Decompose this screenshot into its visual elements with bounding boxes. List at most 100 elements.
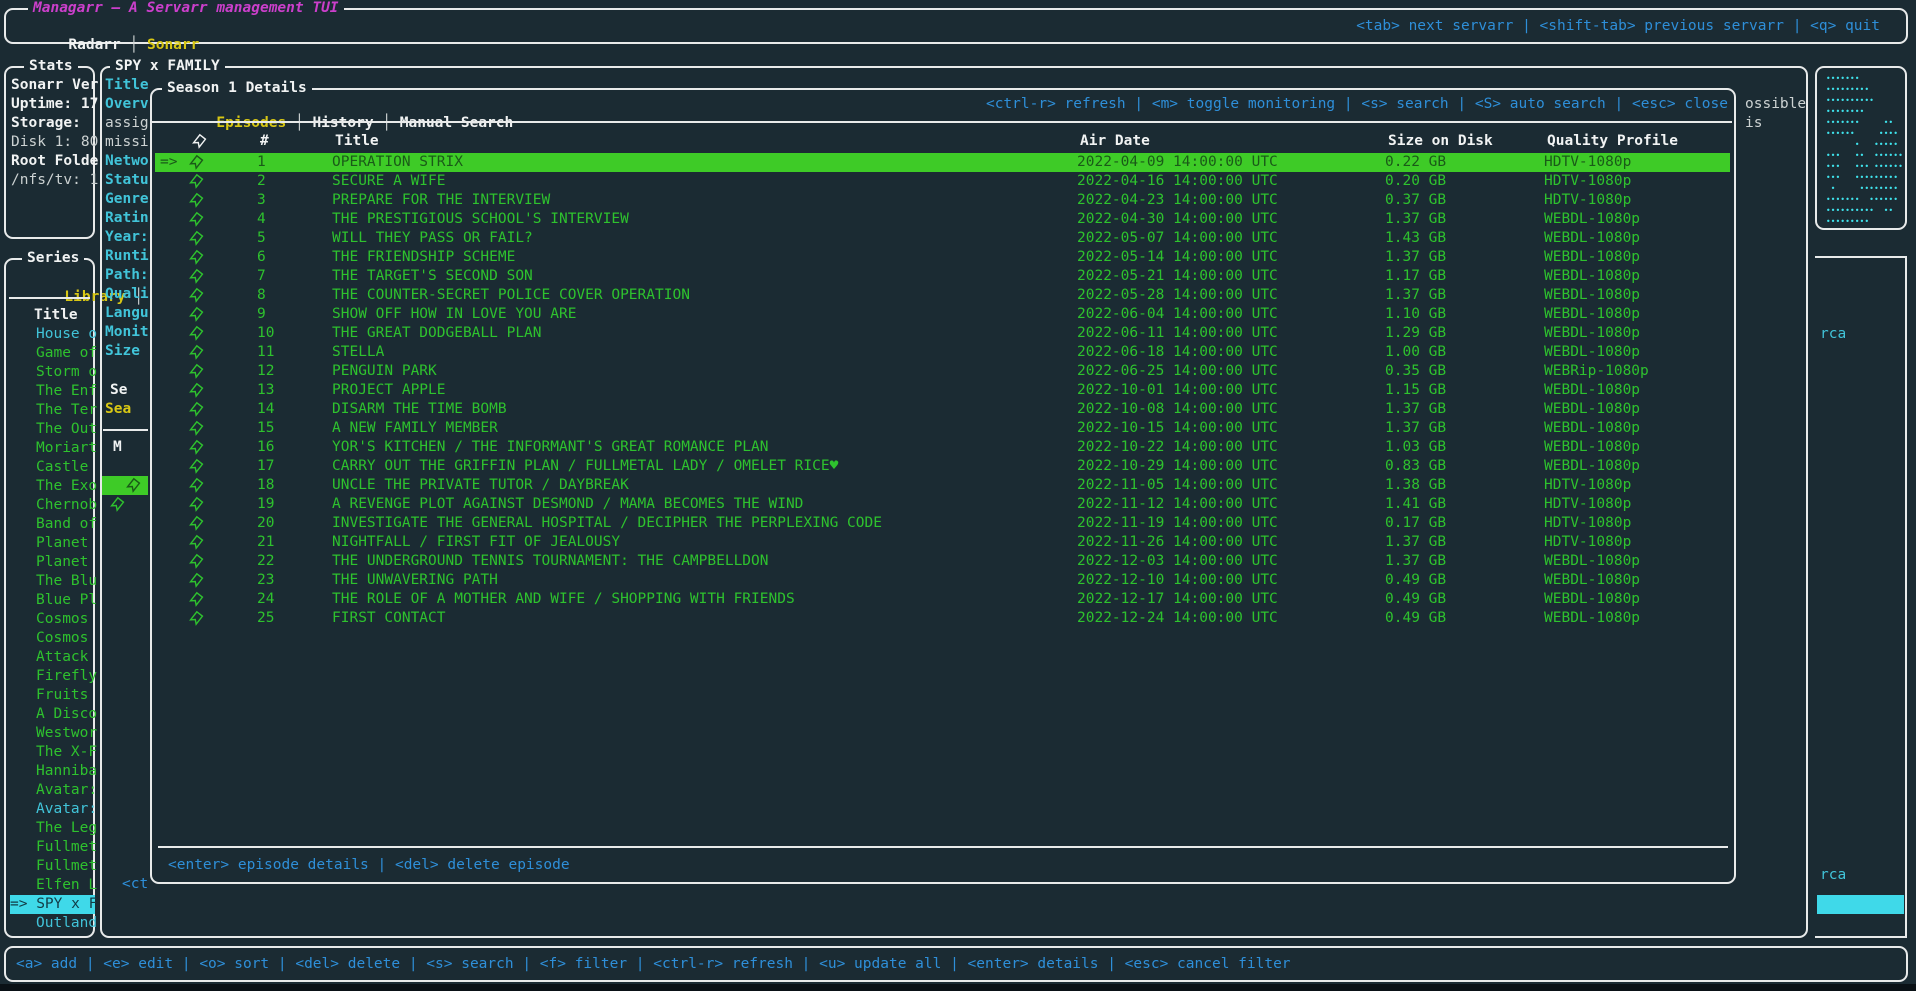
table-row[interactable]: 13 PROJECT APPLE 2022-10-01 14:00:00 UTC… [155, 381, 1730, 400]
episode-number: 8 [257, 286, 266, 305]
table-row[interactable]: 12 PENGUIN PARK 2022-06-25 14:00:00 UTC … [155, 362, 1730, 381]
series-panel: Series Library │ Title House oGame ofSto… [4, 258, 95, 938]
table-row[interactable]: 6 THE FRIENDSHIP SCHEME 2022-05-14 14:00… [155, 248, 1730, 267]
series-list-item[interactable]: Game of [36, 344, 97, 363]
seasons-header-fragment: M [113, 438, 122, 457]
episode-number: 21 [257, 533, 274, 552]
episode-number: 7 [257, 267, 266, 286]
episode-title: PENGUIN PARK [332, 362, 437, 381]
series-list-item[interactable]: The X-F [36, 743, 97, 762]
episode-title: SECURE A WIFE [332, 172, 446, 191]
episode-number: 11 [257, 343, 274, 362]
series-list-item[interactable]: Band of [36, 515, 97, 534]
table-row[interactable]: 3 PREPARE FOR THE INTERVIEW 2022-04-23 1… [155, 191, 1730, 210]
episode-number: 19 [257, 495, 274, 514]
table-row[interactable]: 20 INVESTIGATE THE GENERAL HOSPITAL / DE… [155, 514, 1730, 533]
table-row[interactable]: 4 THE PRESTIGIOUS SCHOOL'S INTERVIEW 202… [155, 210, 1730, 229]
table-row[interactable]: 19 A REVENGE PLOT AGAINST DESMOND / MAMA… [155, 495, 1730, 514]
series-list-item[interactable]: Firefly [36, 667, 97, 686]
episode-size: 0.22 GB [1385, 153, 1446, 172]
series-list-item[interactable]: Castle [36, 458, 88, 477]
series-list-item[interactable]: => SPY x F [10, 895, 95, 914]
tab-history[interactable]: History [312, 115, 373, 131]
series-list-item[interactable]: Cosmos [36, 610, 88, 629]
tab-episodes[interactable]: Episodes [216, 115, 286, 131]
table-row[interactable]: 18 UNCLE THE PRIVATE TUTOR / DAYBREAK 20… [155, 476, 1730, 495]
episode-size: 0.49 GB [1385, 609, 1446, 628]
episode-air-date: 2022-04-30 14:00:00 UTC [1077, 210, 1278, 229]
stats-line: Storage: [11, 114, 81, 133]
tab-sonarr[interactable]: Sonarr [147, 37, 199, 53]
episode-air-date: 2022-11-05 14:00:00 UTC [1077, 476, 1278, 495]
selected-season-row-fragment[interactable]: => [102, 476, 148, 495]
episode-number: 4 [257, 210, 266, 229]
episode-air-date: 2022-05-14 14:00:00 UTC [1077, 248, 1278, 267]
table-row[interactable]: 17 CARRY OUT THE GRIFFIN PLAN / FULLMETA… [155, 457, 1730, 476]
series-list-item[interactable]: Planet [36, 534, 88, 553]
series-list-item[interactable]: The Exo [36, 477, 97, 496]
series-list-item[interactable]: The Out [36, 420, 97, 439]
series-list-item[interactable]: Blue Pl [36, 591, 97, 610]
episode-quality: WEBDL-1080p [1544, 229, 1640, 248]
table-row[interactable]: => 1 OPERATION STRIX 2022-04-09 14:00:00… [155, 153, 1730, 172]
table-row[interactable]: 11 STELLA 2022-06-18 14:00:00 UTC 1.00 G… [155, 343, 1730, 362]
series-list-item[interactable]: The Blu [36, 572, 97, 591]
tab-radarr[interactable]: Radarr [68, 37, 120, 53]
series-list-item[interactable]: Fullmet [36, 838, 97, 857]
table-row[interactable]: 9 SHOW OFF HOW IN LOVE YOU ARE 2022-06-0… [155, 305, 1730, 324]
episode-quality: HDTV-1080p [1544, 172, 1631, 191]
header-size: Size on Disk [1388, 132, 1493, 151]
series-list-item[interactable]: Elfen L [36, 876, 97, 895]
episode-quality: WEBDL-1080p [1544, 419, 1640, 438]
table-row[interactable]: 10 THE GREAT DODGEBALL PLAN 2022-06-11 1… [155, 324, 1730, 343]
episode-quality: WEBDL-1080p [1544, 609, 1640, 628]
series-list-item[interactable]: Avatar: [36, 781, 97, 800]
table-row[interactable]: 8 THE COUNTER-SECRET POLICE COVER OPERAT… [155, 286, 1730, 305]
episode-air-date: 2022-12-17 14:00:00 UTC [1077, 590, 1278, 609]
table-row[interactable]: 24 THE ROLE OF A MOTHER AND WIFE / SHOPP… [155, 590, 1730, 609]
series-list-item[interactable]: Westwor [36, 724, 97, 743]
table-row[interactable]: 23 THE UNWAVERING PATH 2022-12-10 14:00:… [155, 571, 1730, 590]
series-list-item[interactable]: Fullmet [36, 857, 97, 876]
episode-air-date: 2022-06-18 14:00:00 UTC [1077, 343, 1278, 362]
series-list-item[interactable]: Storm o [36, 363, 97, 382]
right-border-fragment [1815, 256, 1907, 258]
series-list-item[interactable]: Moriart [36, 439, 97, 458]
episode-number: 3 [257, 191, 266, 210]
series-list-item[interactable]: Hanniba [36, 762, 97, 781]
episode-size: 1.41 GB [1385, 495, 1446, 514]
table-row[interactable]: 16 YOR'S KITCHEN / THE INFORMANT'S GREAT… [155, 438, 1730, 457]
table-row[interactable]: 22 THE UNDERGROUND TENNIS TOURNAMENT: TH… [155, 552, 1730, 571]
series-list-item[interactable]: Outland [36, 914, 97, 933]
bookmark-icon [188, 248, 205, 266]
table-row[interactable]: 25 FIRST CONTACT 2022-12-24 14:00:00 UTC… [155, 609, 1730, 628]
bookmark-icon [188, 609, 205, 627]
series-list-item[interactable]: Fruits [36, 686, 88, 705]
table-row[interactable]: 21 NIGHTFALL / FIRST FIT OF JEALOUSY 202… [155, 533, 1730, 552]
episode-size: 1.29 GB [1385, 324, 1446, 343]
field-label: Year: [105, 228, 149, 247]
tab-manual-search[interactable]: Manual Search [400, 115, 514, 131]
episode-air-date: 2022-06-11 14:00:00 UTC [1077, 324, 1278, 343]
series-list-item[interactable]: The Enf [36, 382, 97, 401]
table-row[interactable]: 15 A NEW FAMILY MEMBER 2022-10-15 14:00:… [155, 419, 1730, 438]
series-list-item[interactable]: A Disco [36, 705, 97, 724]
episode-quality: WEBDL-1080p [1544, 305, 1640, 324]
episode-air-date: 2022-05-21 14:00:00 UTC [1077, 267, 1278, 286]
episode-size: 1.10 GB [1385, 305, 1446, 324]
series-list-item[interactable]: Cosmos [36, 629, 88, 648]
series-list-item[interactable]: The Ter [36, 401, 97, 420]
series-list-item[interactable]: Planet [36, 553, 88, 572]
episode-title: NIGHTFALL / FIRST FIT OF JEALOUSY [332, 533, 620, 552]
series-list-item[interactable]: Avatar: [36, 800, 97, 819]
series-list-item[interactable]: House o [36, 325, 97, 344]
table-row[interactable]: 5 WILL THEY PASS OR FAIL? 2022-05-07 14:… [155, 229, 1730, 248]
table-row[interactable]: 14 DISARM THE TIME BOMB 2022-10-08 14:00… [155, 400, 1730, 419]
episode-quality: WEBDL-1080p [1544, 343, 1640, 362]
table-row[interactable]: 7 THE TARGET'S SECOND SON 2022-05-21 14:… [155, 267, 1730, 286]
table-row[interactable]: 2 SECURE A WIFE 2022-04-16 14:00:00 UTC … [155, 172, 1730, 191]
series-list-item[interactable]: Chernob [36, 496, 97, 515]
series-list-item[interactable]: Attack [36, 648, 88, 667]
episode-number: 10 [257, 324, 274, 343]
series-list-item[interactable]: The Leg [36, 819, 97, 838]
